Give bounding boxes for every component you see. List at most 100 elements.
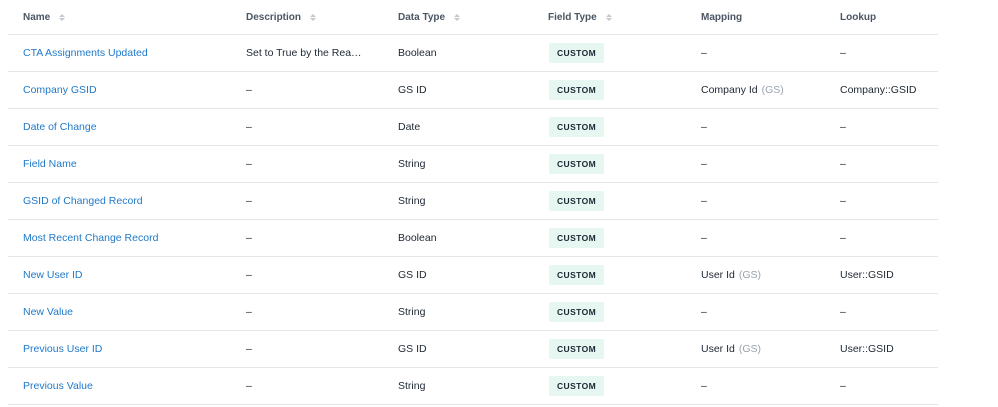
description-cell: – [246,220,252,256]
table-row: Date of Change – Date CUSTOM – – [8,109,938,146]
field-name-link[interactable]: Most Recent Change Record [23,232,158,244]
column-header-label: Lookup [840,11,877,23]
description-text: – [246,232,252,244]
fields-table: Name Description Data Type Field Type Ma… [8,0,938,405]
mapping-cell: Company Id (GS) [701,72,784,108]
description-cell: – [246,146,252,182]
mapping-cell: – [701,368,711,404]
lookup-text: User::GSID [840,343,894,355]
column-header-label: Mapping [701,11,743,23]
field-name-link[interactable]: Previous Value [23,380,93,392]
sort-icon[interactable] [59,13,66,21]
mapping-text: User Id [701,343,735,355]
field-type-badge: CUSTOM [549,265,605,285]
sort-icon[interactable] [454,13,461,21]
field-name-link[interactable]: GSID of Changed Record [23,195,143,207]
mapping-text: – [701,380,707,392]
mapping-source: (GS) [761,84,784,96]
data-type-cell: String [398,294,425,330]
field-type-cell: CUSTOM [548,109,605,145]
description-text: – [246,380,252,392]
lookup-cell: – [840,183,846,219]
description-cell: – [246,294,252,330]
description-cell: – [246,331,252,367]
column-header-lookup: Lookup [840,0,876,34]
sort-icon[interactable] [605,13,612,21]
mapping-cell: User Id (GS) [701,257,761,293]
field-type-cell: CUSTOM [548,368,605,404]
field-type-badge: CUSTOM [549,117,605,137]
data-type-cell: GS ID [398,331,427,367]
field-type-badge: CUSTOM [549,80,605,100]
field-name-link[interactable]: CTA Assignments Updated [23,47,148,59]
field-name-cell: Previous Value [23,368,93,404]
field-type-cell: CUSTOM [548,294,605,330]
data-type-cell: Date [398,109,420,145]
field-type-cell: CUSTOM [548,35,605,71]
data-type-cell: GS ID [398,257,427,293]
lookup-text: – [840,232,846,244]
mapping-source: (GS) [738,269,762,281]
field-type-cell: CUSTOM [548,257,605,293]
mapping-cell: – [701,35,711,71]
data-type-cell: String [398,368,425,404]
mapping-cell: – [701,109,711,145]
data-type-cell: GS ID [398,72,427,108]
column-header-description[interactable]: Description [246,0,317,34]
field-type-badge: CUSTOM [549,154,605,174]
data-type-cell: String [398,183,425,219]
field-type-cell: CUSTOM [548,72,605,108]
lookup-cell: – [840,146,846,182]
field-name-cell: CTA Assignments Updated [23,35,148,71]
table-row: Most Recent Change Record – Boolean CUST… [8,220,938,257]
field-type-cell: CUSTOM [548,146,605,182]
field-type-cell: CUSTOM [548,183,605,219]
lookup-cell: User::GSID [840,257,894,293]
field-name-link[interactable]: Previous User ID [23,343,102,355]
column-header-name[interactable]: Name [23,0,66,34]
field-name-link[interactable]: Field Name [23,158,77,170]
field-type-badge: CUSTOM [549,191,605,211]
field-name-cell: Field Name [23,146,77,182]
field-name-link[interactable]: New Value [23,306,73,318]
lookup-text: – [840,306,846,318]
mapping-cell: – [701,146,711,182]
mapping-source: (GS) [738,343,762,355]
table-row: Previous Value – String CUSTOM – – [8,368,938,405]
column-header-label: Description [246,11,302,23]
mapping-text: – [701,158,707,170]
mapping-text: User Id [701,269,735,281]
field-name-cell: New Value [23,294,73,330]
field-name-cell: Company GSID [23,72,97,108]
lookup-cell: User::GSID [840,331,894,367]
column-header-data-type[interactable]: Data Type [398,0,461,34]
mapping-text: – [701,195,707,207]
field-type-cell: CUSTOM [548,331,605,367]
field-name-link[interactable]: New User ID [23,269,83,281]
data-type-text: String [398,195,426,207]
lookup-cell: – [840,220,846,256]
description-cell: – [246,72,252,108]
field-name-cell: Previous User ID [23,331,102,367]
data-type-text: Boolean [398,232,437,244]
description-cell: Set to True by the Rea… [246,35,362,71]
field-type-badge: CUSTOM [549,376,605,396]
mapping-cell: – [701,183,711,219]
description-cell: – [246,257,252,293]
mapping-text: – [701,121,707,133]
data-type-text: String [398,380,426,392]
table-row: GSID of Changed Record – String CUSTOM –… [8,183,938,220]
description-text: – [246,269,252,281]
description-text: – [246,195,252,207]
sort-icon[interactable] [310,13,317,21]
field-name-link[interactable]: Company GSID [23,84,97,96]
lookup-text: User::GSID [840,269,894,281]
column-header-field-type[interactable]: Field Type [548,0,612,34]
field-name-link[interactable]: Date of Change [23,121,97,133]
table-row: CTA Assignments Updated Set to True by t… [8,35,938,72]
field-name-cell: New User ID [23,257,83,293]
data-type-text: Boolean [398,47,437,59]
field-name-cell: GSID of Changed Record [23,183,143,219]
description-text: Set to True by the Rea… [246,47,362,59]
column-header-label: Field Type [548,11,597,23]
